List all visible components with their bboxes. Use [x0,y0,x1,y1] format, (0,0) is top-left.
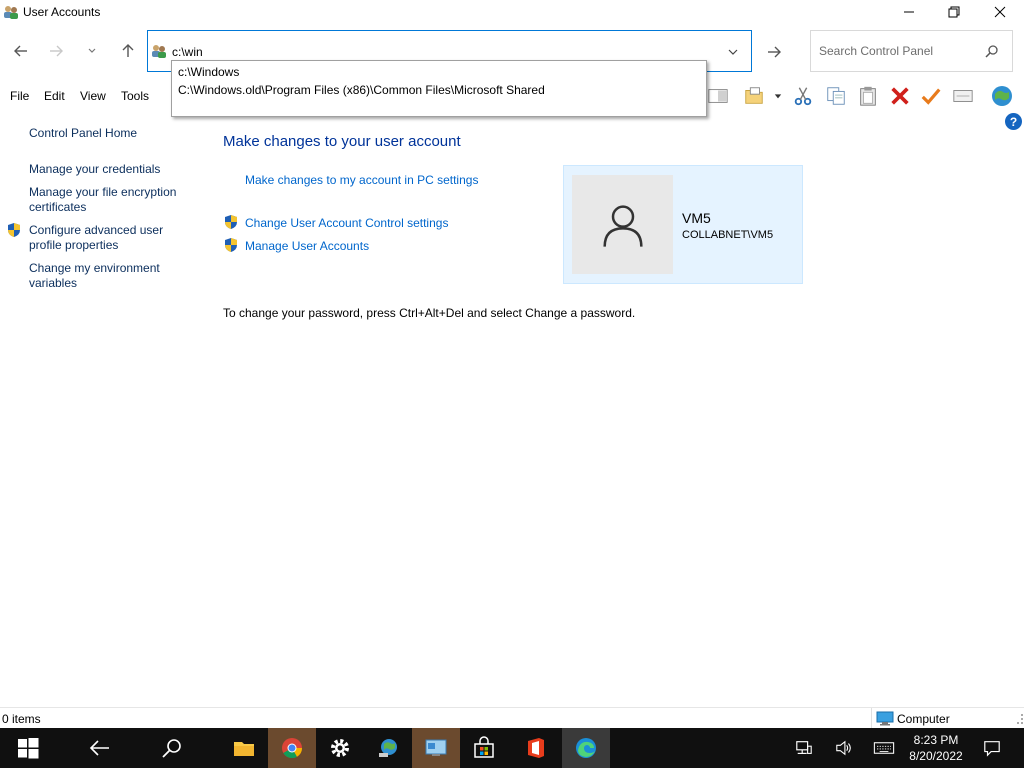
office-icon [528,738,544,758]
uac-settings-link[interactable]: Change User Account Control settings [245,216,448,230]
shield-icon [6,222,22,238]
control-panel-icon [425,739,447,756]
help-icon[interactable]: ? [1005,113,1022,130]
volume-icon[interactable] [834,738,854,758]
minimize-icon [904,11,914,13]
page-title: Make changes to your user account [223,133,461,150]
address-autocomplete: c:\Windows C:\Windows.old\Program Files … [171,60,707,117]
arrow-left-icon [89,740,109,756]
user-accounts-icon [3,4,19,20]
chevron-down-icon[interactable] [770,84,786,108]
user-accounts-icon [151,43,167,59]
network-icon[interactable] [794,738,814,758]
menu-edit[interactable]: Edit [44,89,65,103]
pc-settings-link[interactable]: Make changes to my account in PC setting… [245,173,478,187]
preview-pane-icon[interactable] [706,84,730,108]
search-icon [162,739,181,758]
globe-icon[interactable] [990,84,1014,108]
computer-icon [876,711,894,726]
chevron-down-icon [728,49,738,55]
close-icon [994,6,1006,18]
minimize-button[interactable] [886,0,932,24]
advanced-profile-link[interactable]: Configure advanced user profile properti… [29,223,199,253]
settings-taskbar-button[interactable] [316,728,364,768]
status-divider [871,708,872,729]
file-explorer-taskbar-button[interactable] [220,728,268,768]
avatar [572,175,673,274]
menu-tools[interactable]: Tools [121,89,149,103]
folder-options-icon[interactable] [742,84,766,108]
arrow-left-icon [14,45,27,57]
cut-icon[interactable] [791,84,815,108]
checkmark-icon[interactable] [919,84,943,108]
go-button[interactable] [763,42,785,62]
menu-file[interactable]: File [10,89,29,103]
search-taskbar-button[interactable] [148,728,196,768]
title-bar: User Accounts [0,0,1024,24]
environment-variables-link[interactable]: Change my environment variables [29,261,199,291]
control-panel-taskbar-button[interactable] [412,728,460,768]
office-taskbar-button[interactable] [512,728,560,768]
address-dropdown-button[interactable] [726,45,740,59]
close-button[interactable] [977,0,1023,24]
arrow-right-icon [768,46,781,58]
chrome-icon [282,738,303,759]
file-encryption-link[interactable]: Manage your file encryption certificates [29,185,199,215]
autocomplete-item[interactable]: c:\Windows [178,65,239,79]
windows-logo-icon [18,738,39,759]
manage-user-accounts-link[interactable]: Manage User Accounts [245,239,369,253]
chevron-down-icon [88,48,96,53]
control-panel-home-link[interactable]: Control Panel Home [29,126,199,141]
restore-icon [948,6,960,18]
clock-time: 8:23 PM [913,733,959,747]
shield-icon [223,237,239,253]
paste-icon[interactable] [856,84,880,108]
keyboard-icon[interactable] [872,738,896,758]
network-app-taskbar-button[interactable] [364,728,412,768]
password-note: To change your password, press Ctrl+Alt+… [223,306,636,320]
properties-icon[interactable] [951,84,975,108]
clock[interactable]: 8:23 PM 8/20/2022 [905,732,967,764]
window-title: User Accounts [23,5,101,19]
resize-grip-icon[interactable] [1016,712,1024,726]
user-tile: VM5 COLLABNET\VM5 [563,165,803,284]
clock-date: 8/20/2022 [909,749,963,763]
chrome-taskbar-button[interactable] [268,728,316,768]
restore-button[interactable] [931,0,977,24]
autocomplete-item[interactable]: C:\Windows.old\Program Files (x86)\Commo… [178,83,545,97]
forward-button[interactable] [46,41,66,61]
search-box[interactable] [810,30,1013,72]
user-domain: COLLABNET\VM5 [682,229,774,241]
back-taskbar-button[interactable] [76,728,124,768]
shopping-bag-icon [474,736,494,758]
item-count: 0 items [2,712,41,726]
edge-taskbar-button[interactable] [562,728,610,768]
arrow-up-icon [122,44,134,57]
address-input[interactable] [172,45,692,59]
search-icon[interactable] [985,44,999,58]
globe-icon [379,739,397,757]
delete-icon[interactable] [888,84,912,108]
recent-locations-button[interactable] [82,41,102,61]
location-label: Computer [897,712,950,726]
manage-credentials-link[interactable]: Manage your credentials [29,162,199,177]
user-name: VM5 [682,210,711,226]
taskbar: 8:23 PM 8/20/2022 [0,728,1024,768]
menu-view[interactable]: View [80,89,106,103]
start-button[interactable] [4,728,52,768]
status-bar: 0 items Computer [0,707,1024,729]
copy-icon[interactable] [824,84,848,108]
edge-icon [576,738,596,758]
store-taskbar-button[interactable] [460,728,508,768]
shield-icon [223,214,239,230]
up-button[interactable] [118,41,138,61]
user-icon [602,204,643,247]
arrow-right-icon [50,45,63,57]
folder-icon [234,742,254,756]
search-input[interactable] [819,44,979,58]
notification-icon[interactable] [982,738,1002,758]
gear-icon [331,739,349,757]
back-button[interactable] [11,41,31,61]
